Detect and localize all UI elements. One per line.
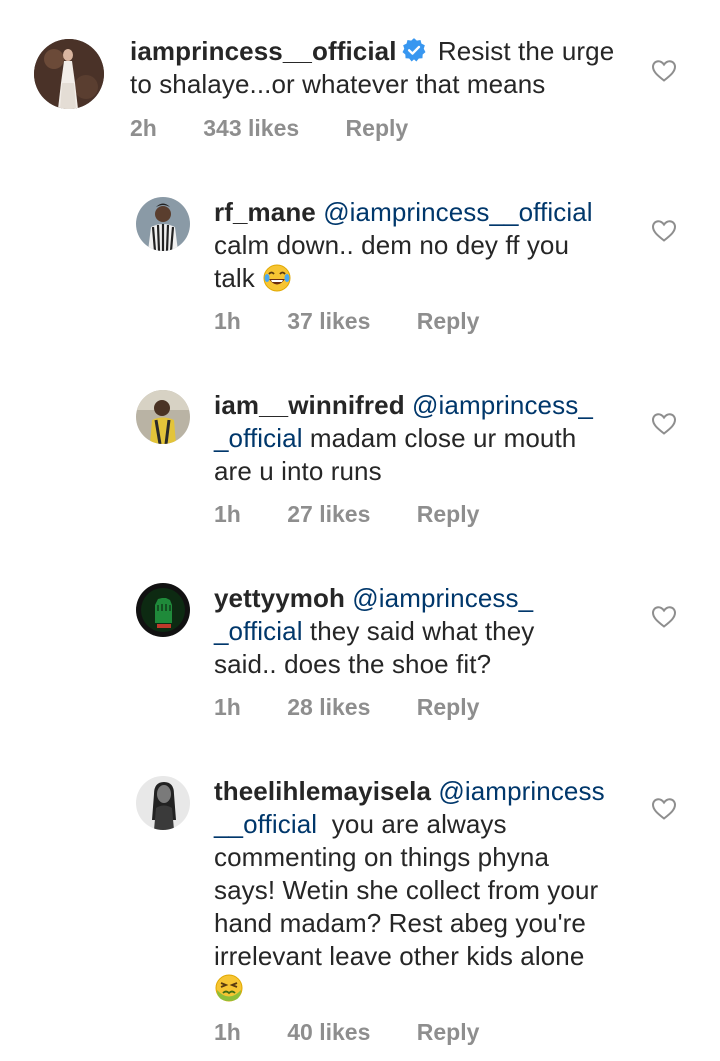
comment-time: 1h <box>214 308 241 334</box>
comment-text: talk <box>214 263 255 293</box>
comment-username[interactable]: iamprincess__official <box>130 36 397 66</box>
comment-time: 1h <box>214 1019 241 1045</box>
comment-username[interactable]: rf_mane <box>214 197 316 227</box>
comment-text: madam close ur mouth <box>302 423 577 453</box>
comment-text: says! Wetin she collect from your <box>214 875 599 905</box>
mention-link[interactable]: _official <box>214 423 303 453</box>
verified-badge-icon <box>402 38 426 62</box>
heart-icon[interactable] <box>651 797 677 821</box>
reply-button[interactable]: Reply <box>346 115 409 141</box>
heart-icon[interactable] <box>651 59 677 83</box>
reply-button[interactable]: Reply <box>417 694 480 720</box>
avatar[interactable] <box>34 39 104 109</box>
comment-likes[interactable]: 343 likes <box>203 115 299 141</box>
comment-time: 1h <box>214 501 241 527</box>
comment-text: are u into runs <box>214 456 382 486</box>
mention-link[interactable]: @iamprincess__official <box>323 197 592 227</box>
heart-icon[interactable] <box>651 219 677 243</box>
comment-text: to shalaye...or whatever that means <box>130 69 546 99</box>
comment-likes[interactable]: 37 likes <box>287 308 370 334</box>
comment-text: you are always <box>317 809 507 839</box>
laughing-emoji-icon <box>263 264 291 292</box>
comment-time: 1h <box>214 694 241 720</box>
comment-username[interactable]: yettyymoh <box>214 583 345 613</box>
comment-text: Resist the urge <box>437 36 615 66</box>
reply-button[interactable]: Reply <box>417 308 480 334</box>
nauseated-face-emoji-icon <box>215 974 243 1002</box>
reply-button[interactable]: Reply <box>417 501 480 527</box>
mention-link[interactable]: _official <box>214 616 303 646</box>
comment-text: irrelevant leave other kids alone <box>214 941 585 971</box>
comment-text: calm down.. dem no dey ff you <box>214 230 570 260</box>
comment-likes[interactable]: 28 likes <box>287 694 370 720</box>
comment-likes[interactable]: 27 likes <box>287 501 370 527</box>
mention-link[interactable]: @iamprincess_ <box>352 583 533 613</box>
mention-link[interactable]: @iamprincess <box>438 776 604 806</box>
avatar[interactable] <box>136 197 190 251</box>
comment-text: hand madam? Rest abeg you're <box>214 908 586 938</box>
comment-text: said.. does the shoe fit? <box>214 649 492 679</box>
comment-likes[interactable]: 40 likes <box>287 1019 370 1045</box>
heart-icon[interactable] <box>651 412 677 436</box>
heart-icon[interactable] <box>651 605 677 629</box>
comment-username[interactable]: theelihlemayisela <box>214 776 431 806</box>
comment-text: commenting on things phyna <box>214 842 550 872</box>
avatar[interactable] <box>136 776 190 830</box>
mention-link[interactable]: @iamprincess_ <box>412 390 593 420</box>
avatar[interactable] <box>136 390 190 444</box>
comment-time: 2h <box>130 115 157 141</box>
comment-username[interactable]: iam__winnifred <box>214 390 405 420</box>
avatar[interactable] <box>136 583 190 637</box>
reply-button[interactable]: Reply <box>417 1019 480 1045</box>
comment-text: they said what they <box>302 616 535 646</box>
mention-link[interactable]: __official <box>214 809 317 839</box>
